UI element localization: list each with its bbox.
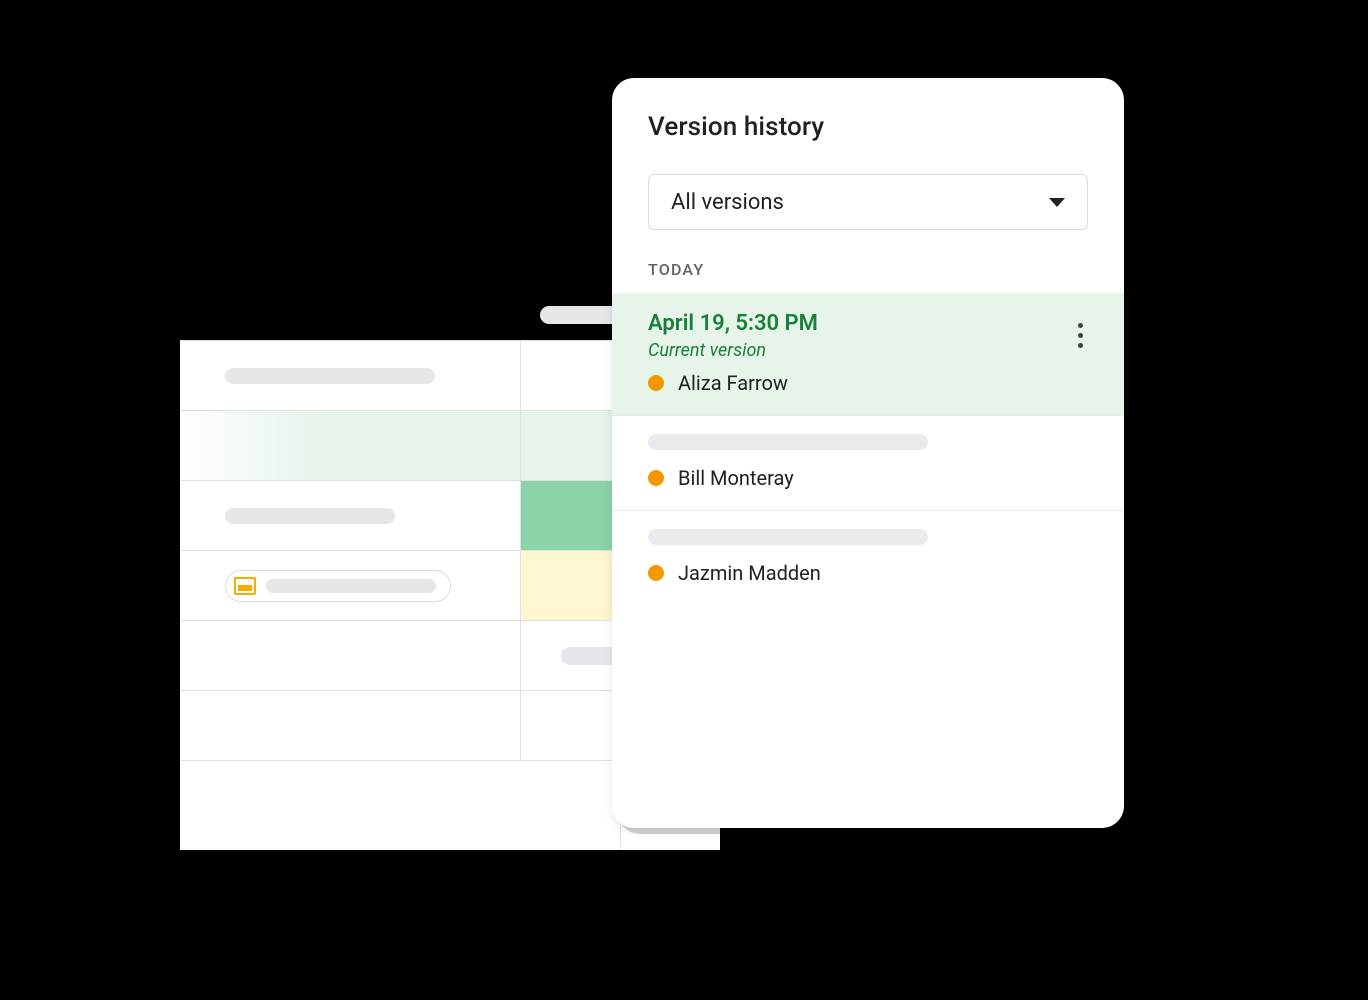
placeholder-pill xyxy=(225,508,395,524)
version-history-panel: Version history All versions TODAY April… xyxy=(612,78,1124,828)
editor-color-dot xyxy=(648,565,664,581)
panel-header: Version history xyxy=(612,78,1124,160)
placeholder-pill xyxy=(266,579,436,593)
section-label-today: TODAY xyxy=(612,230,1124,293)
chevron-down-icon xyxy=(1049,198,1065,207)
panel-title: Version history xyxy=(648,112,1088,142)
editor-name: Bill Monteray xyxy=(678,466,794,490)
version-timestamp: April 19, 5:30 PM xyxy=(648,311,1088,336)
version-item[interactable]: Jazmin Madden xyxy=(612,510,1124,605)
slides-chip[interactable] xyxy=(225,570,451,602)
slides-icon xyxy=(234,577,256,595)
version-item[interactable]: Bill Monteray xyxy=(612,415,1124,510)
editor-row: Aliza Farrow xyxy=(648,371,1088,395)
editor-name: Aliza Farrow xyxy=(678,371,788,395)
editor-name: Jazmin Madden xyxy=(678,561,821,585)
editor-row: Bill Monteray xyxy=(648,466,1088,490)
versions-filter-dropdown[interactable]: All versions xyxy=(648,174,1088,230)
editor-row: Jazmin Madden xyxy=(648,561,1088,585)
editor-color-dot xyxy=(648,375,664,391)
placeholder-pill xyxy=(648,529,928,545)
editor-color-dot xyxy=(648,470,664,486)
placeholder-pill xyxy=(648,434,928,450)
version-subtitle: Current version xyxy=(648,340,1088,361)
more-options-button[interactable] xyxy=(1066,315,1094,355)
dropdown-label: All versions xyxy=(671,190,784,215)
version-list: April 19, 5:30 PM Current version Aliza … xyxy=(612,293,1124,828)
version-item-current[interactable]: April 19, 5:30 PM Current version Aliza … xyxy=(612,293,1124,415)
placeholder-pill xyxy=(225,368,435,384)
